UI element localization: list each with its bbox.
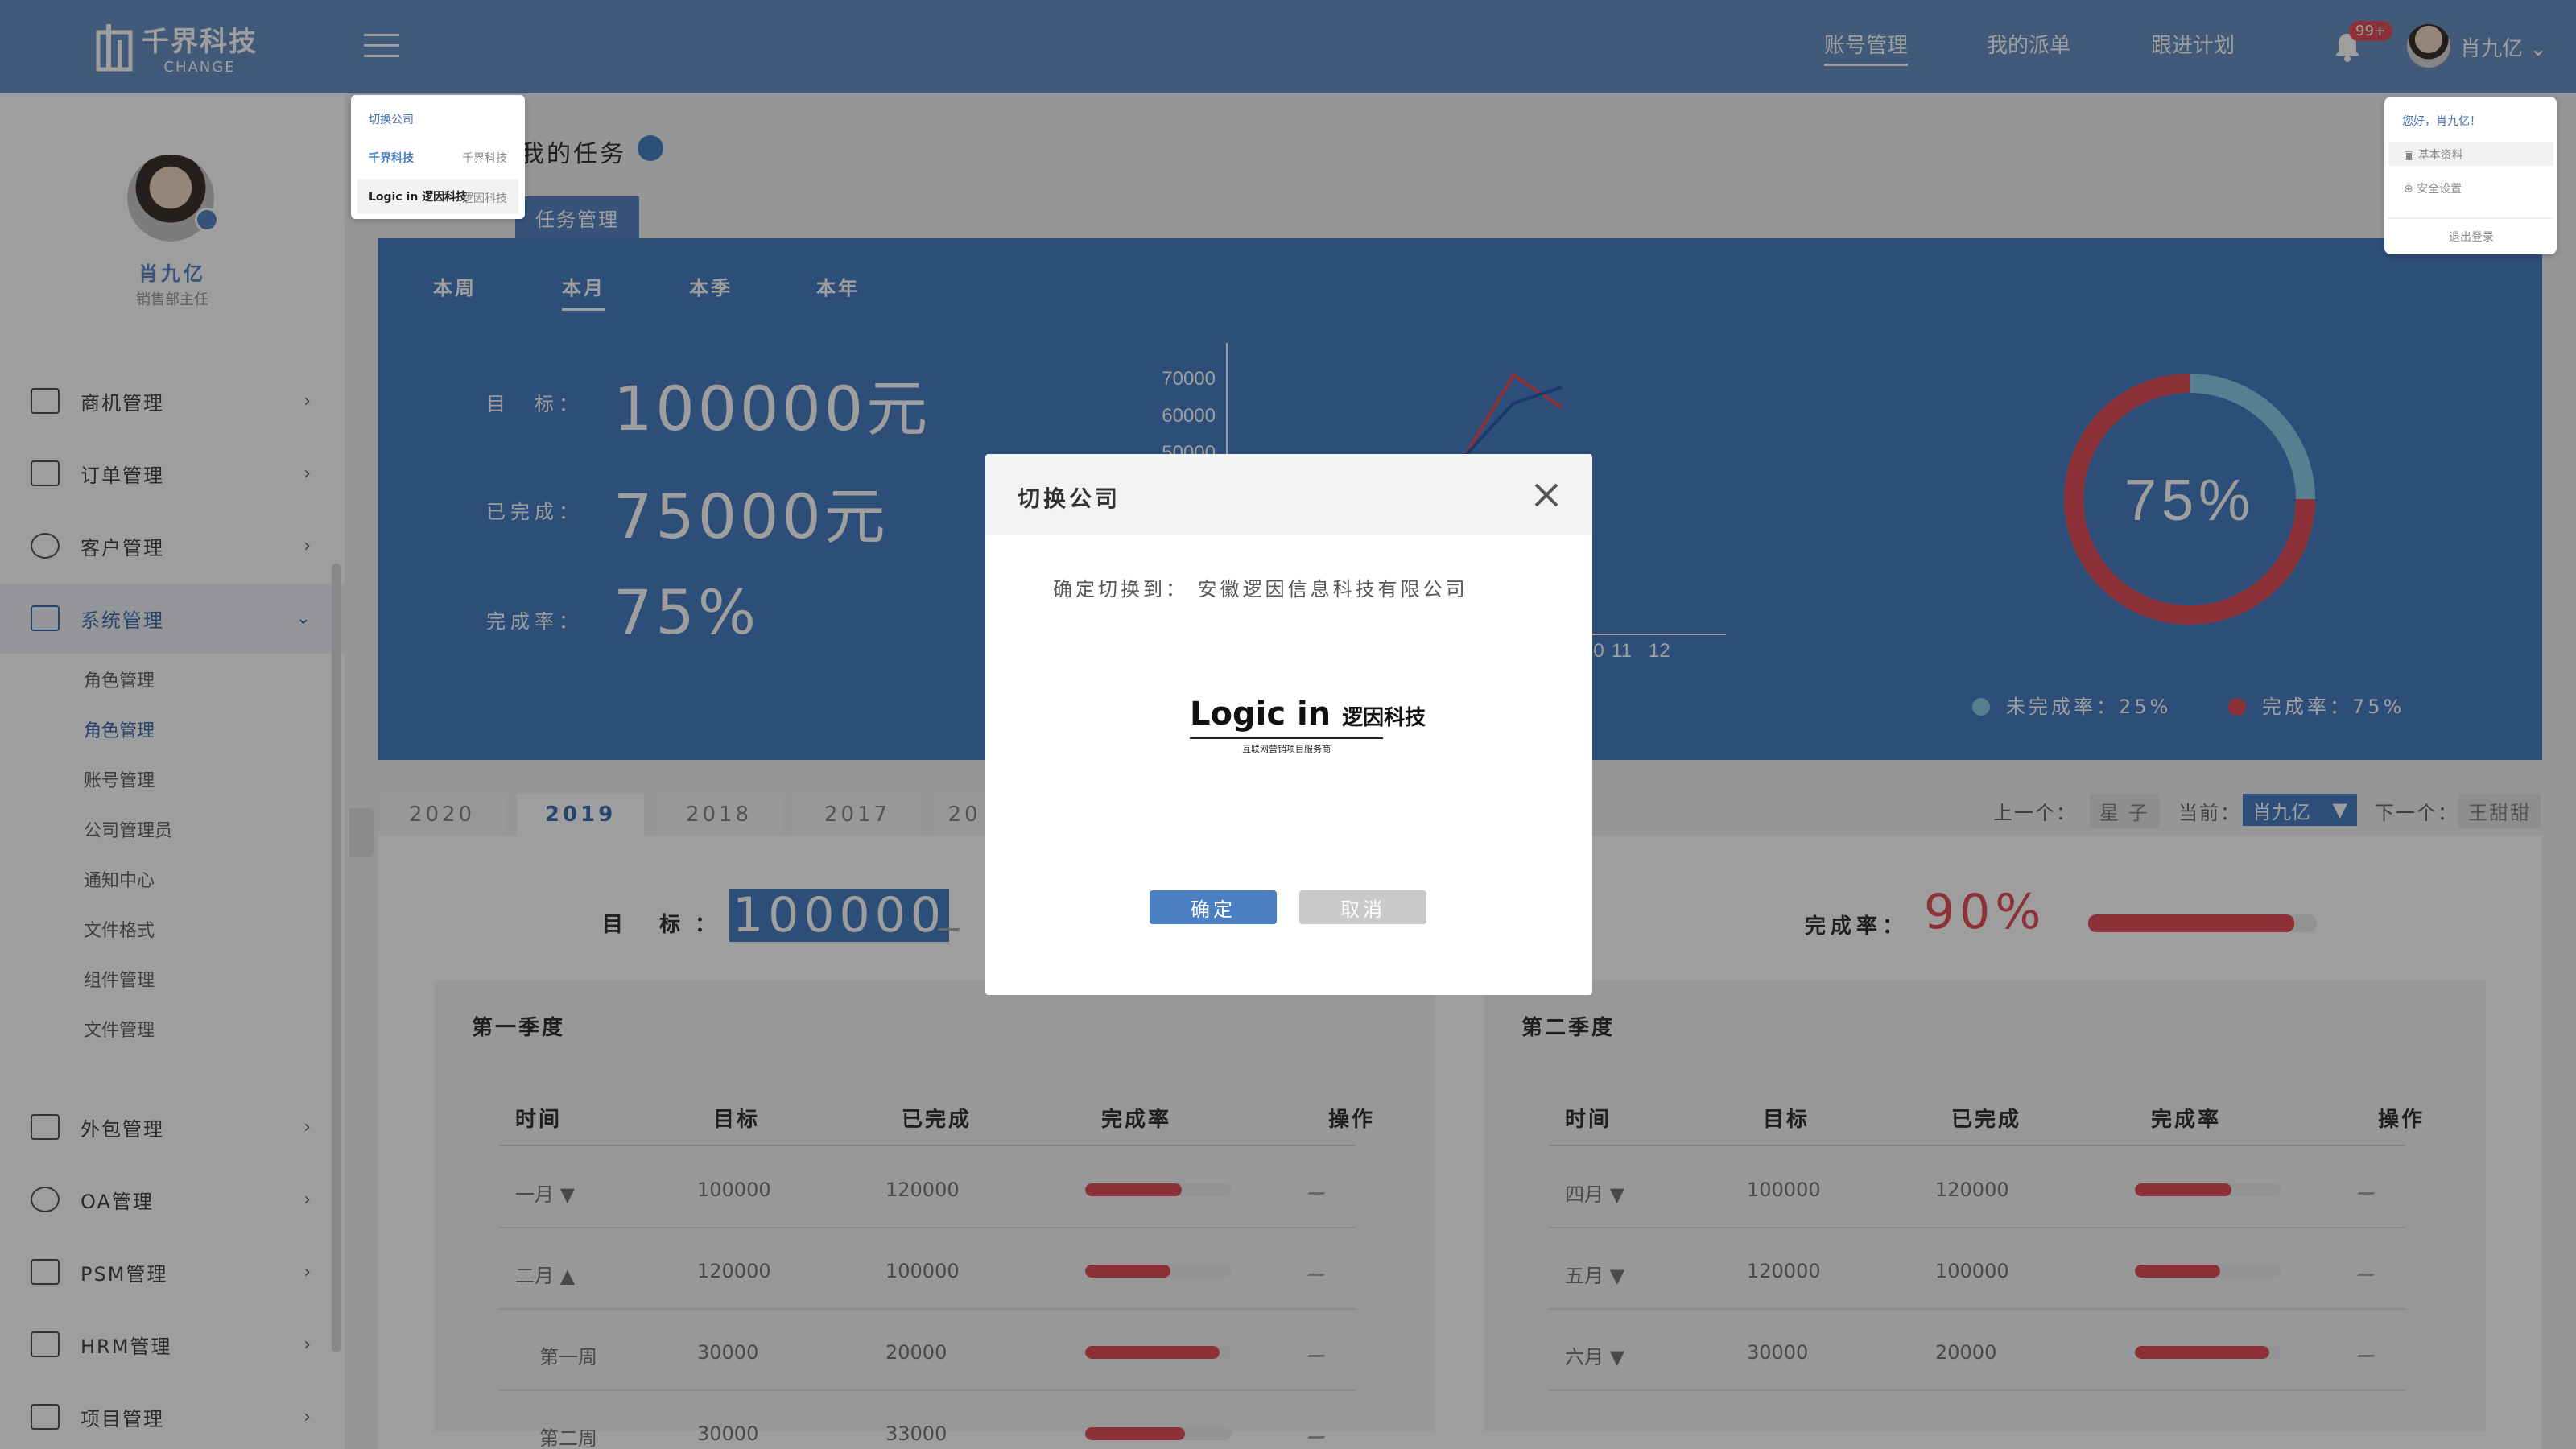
- dropdown-logo-change[interactable]: 千界科技: [369, 150, 414, 166]
- logo-sub-text: 互联网营销项目服务商: [1190, 737, 1383, 755]
- dropdown-item-change[interactable]: 千界科技: [462, 150, 507, 166]
- confirm-button[interactable]: 确定: [1150, 890, 1277, 924]
- user-menu-profile[interactable]: ▣ 基本资料: [2404, 147, 2463, 163]
- modal-title: 切换公司: [1018, 485, 1121, 512]
- logout-link[interactable]: 退出登录: [2449, 229, 2494, 245]
- logo-cn-text: 逻因科技: [1342, 706, 1426, 730]
- close-icon[interactable]: [1533, 481, 1560, 509]
- dropdown-title: 切换公司: [369, 114, 414, 126]
- dropdown-item-logicin[interactable]: 逻因科技: [462, 190, 507, 206]
- user-menu-security[interactable]: ⊕ 安全设置: [2404, 180, 2462, 196]
- logo-main-text: Logic in: [1190, 696, 1331, 733]
- cancel-button[interactable]: 取消: [1299, 890, 1426, 924]
- modal-message: 确定切换到： 安徽逻因信息科技有限公司: [1053, 578, 1468, 601]
- user-greeting: 您好，肖九亿！: [2402, 115, 2481, 128]
- user-menu-divider: [2388, 217, 2553, 219]
- switch-company-modal: 切换公司 确定切换到： 安徽逻因信息科技有限公司 Logic in 逻因科技 互…: [985, 454, 1592, 995]
- logicin-logo: Logic in 逻因科技 互联网营销项目服务商: [1190, 696, 1426, 755]
- dropdown-logo-logicin[interactable]: Logic in 逻因科技: [369, 188, 467, 204]
